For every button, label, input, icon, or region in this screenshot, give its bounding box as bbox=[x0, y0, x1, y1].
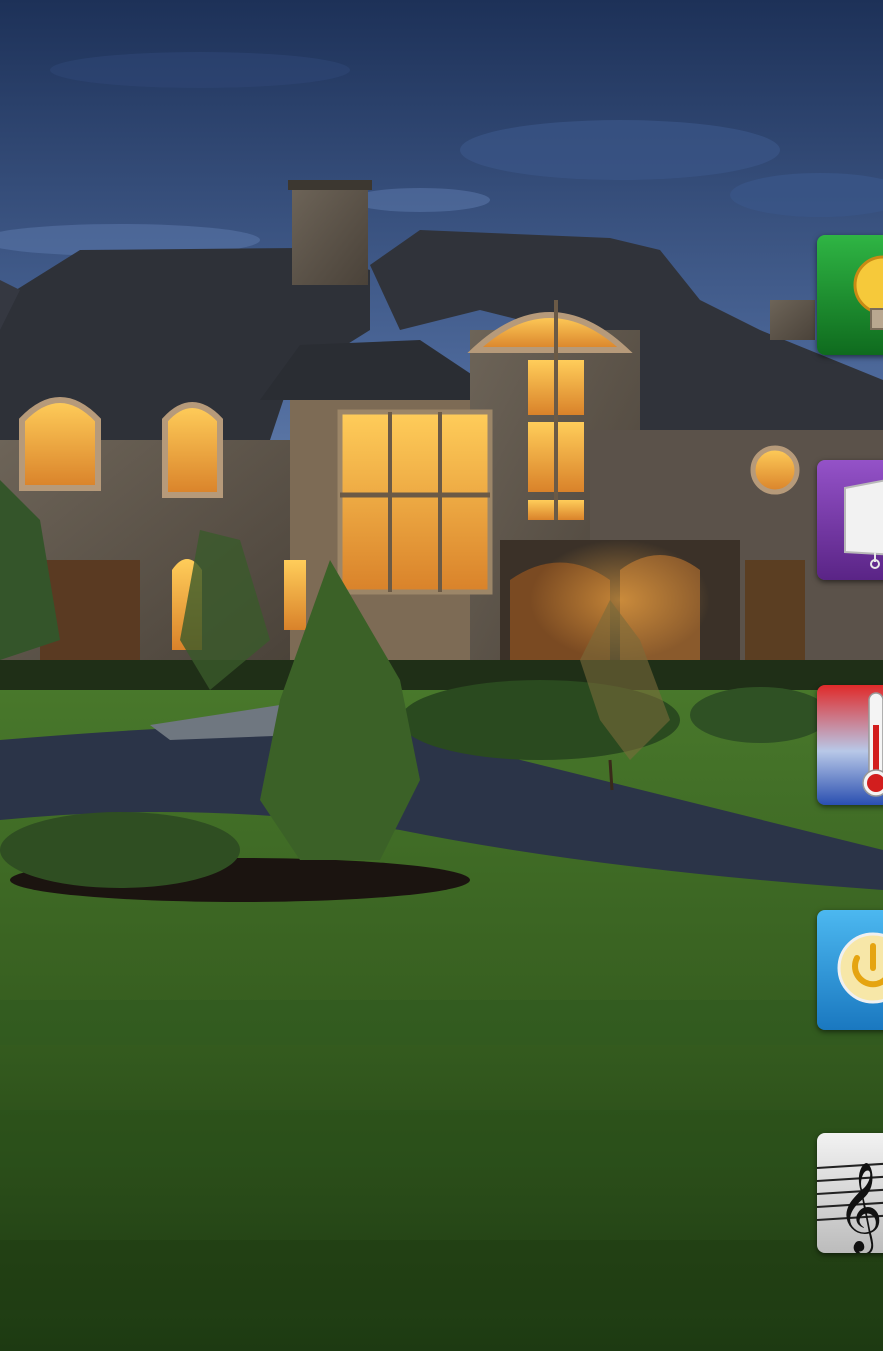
lightbulb-icon bbox=[817, 235, 883, 355]
lighting-tile[interactable] bbox=[817, 235, 883, 355]
music-tile[interactable]: 𝄞 bbox=[817, 1133, 883, 1253]
projector-screen-tile[interactable] bbox=[817, 460, 883, 580]
thermometer-icon bbox=[817, 685, 883, 805]
house-photo bbox=[0, 0, 883, 1351]
climate-tile[interactable] bbox=[817, 685, 883, 805]
svg-text:𝄞: 𝄞 bbox=[837, 1162, 883, 1253]
power-icon bbox=[817, 910, 883, 1030]
projector-screen-icon bbox=[817, 460, 883, 580]
music-notes-icon: 𝄞 bbox=[817, 1133, 883, 1253]
power-tile[interactable] bbox=[817, 910, 883, 1030]
